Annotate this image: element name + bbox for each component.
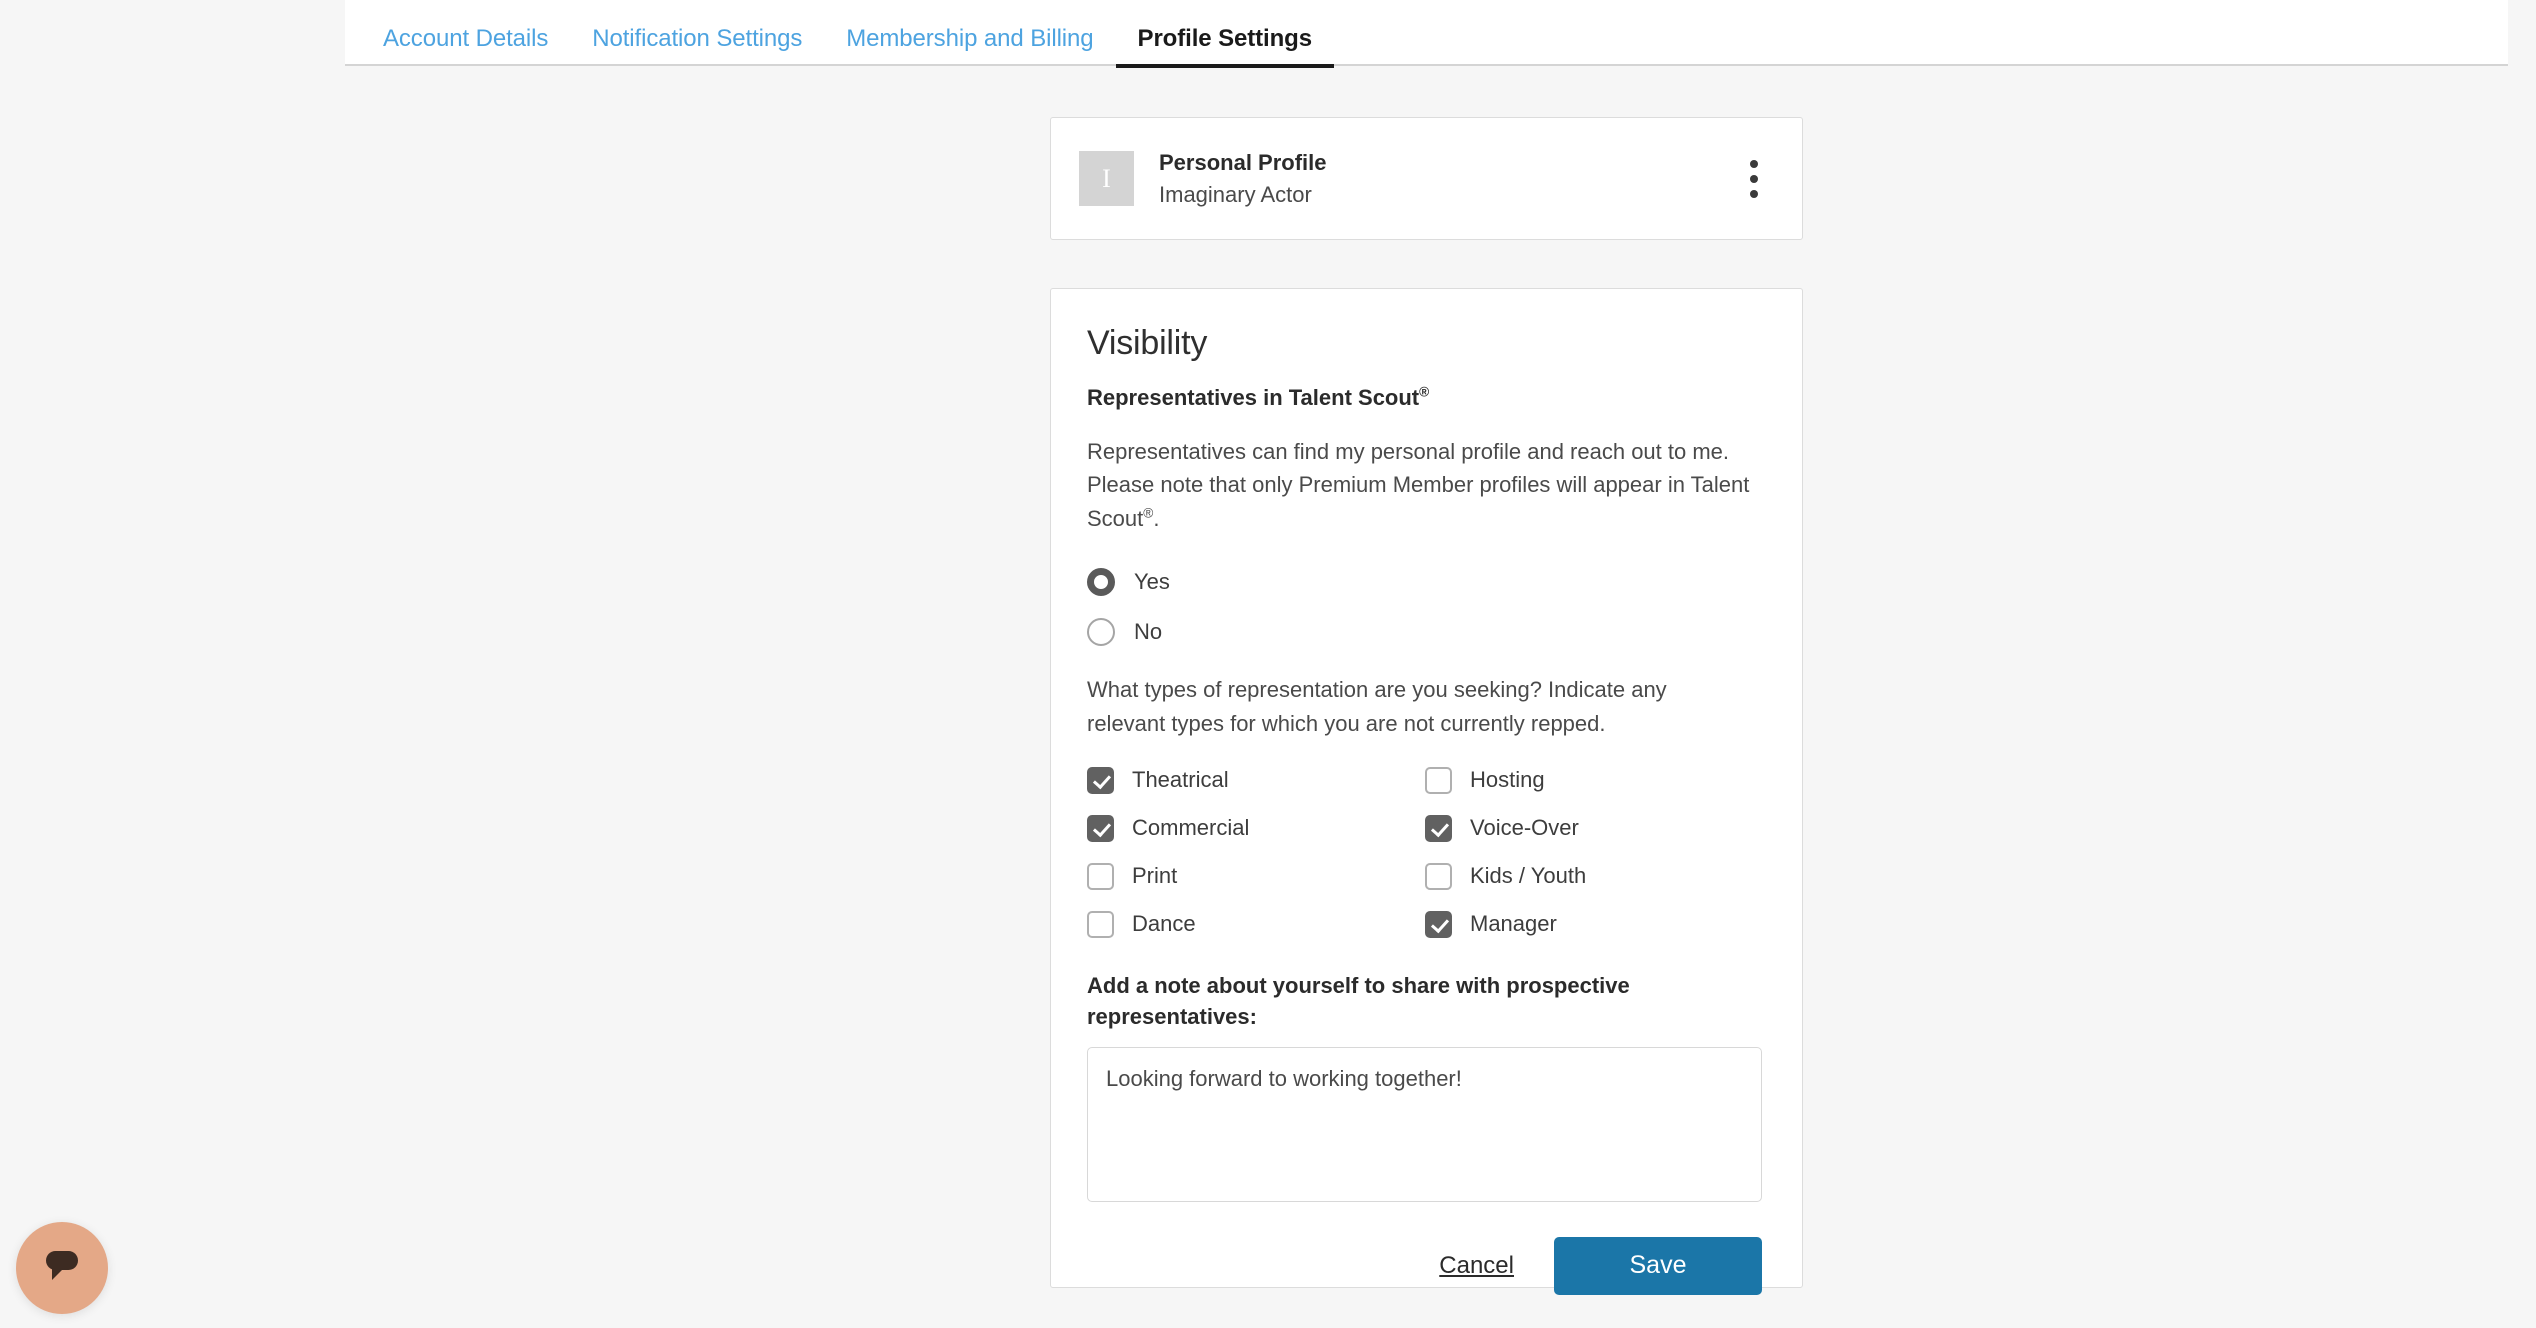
radio-yes-icon[interactable] xyxy=(1087,568,1115,597)
checkbox-voice-over-box[interactable] xyxy=(1425,814,1452,842)
profile-subtitle: Imaginary Actor xyxy=(1159,181,1312,207)
checkbox-print-box[interactable] xyxy=(1087,862,1114,890)
visibility-heading: Visibility xyxy=(1087,324,1208,362)
checkbox-kids-youth-label: Kids / Youth xyxy=(1470,863,1587,889)
checkbox-print-label: Print xyxy=(1132,863,1178,889)
representation-types-question: What types of representation are you see… xyxy=(1087,677,1667,736)
registered-mark: ® xyxy=(1143,505,1154,521)
profile-title: Personal Profile xyxy=(1159,149,1327,175)
form-actions: Cancel Save xyxy=(1087,1236,1762,1295)
checkbox-kids-youth[interactable]: Kids / Youth xyxy=(1425,862,1766,890)
representatives-subheading-text: Representatives in Talent Scout xyxy=(1087,385,1420,411)
checkbox-print[interactable]: Print xyxy=(1087,862,1425,890)
tab-bar: Account Details Notification Settings Me… xyxy=(345,0,2508,68)
kebab-dot xyxy=(1750,159,1758,168)
checkbox-manager-label: Manager xyxy=(1470,911,1557,937)
visibility-description: Representatives can find my personal pro… xyxy=(1087,435,1759,535)
visibility-card: Visibility Representatives in Talent Sco… xyxy=(1050,288,1803,1295)
checkbox-hosting-box[interactable] xyxy=(1425,766,1452,794)
checkbox-theatrical-label: Theatrical xyxy=(1132,767,1229,793)
representatives-subheading: Representatives in Talent Scout® xyxy=(1087,384,1766,413)
radio-option-no[interactable]: No xyxy=(1087,607,1766,657)
note-field-label: Add a note about yourself to share with … xyxy=(1087,973,1630,1030)
checkbox-dance[interactable]: Dance xyxy=(1087,910,1425,938)
chat-launcher-button[interactable] xyxy=(16,1222,108,1314)
checkbox-kids-youth-box[interactable] xyxy=(1425,862,1452,890)
checkbox-theatrical[interactable]: Theatrical xyxy=(1087,766,1425,794)
checkbox-dance-box[interactable] xyxy=(1087,910,1114,938)
visibility-description-period: . xyxy=(1153,505,1160,531)
radio-yes-label: Yes xyxy=(1134,569,1170,595)
radio-no-label: No xyxy=(1134,619,1163,645)
radio-no-icon[interactable] xyxy=(1087,618,1115,647)
chat-bubble-icon xyxy=(46,1251,78,1280)
avatar: I xyxy=(1079,151,1134,206)
visibility-description-text: Representatives can find my personal pro… xyxy=(1087,438,1750,531)
checkbox-voice-over[interactable]: Voice-Over xyxy=(1425,814,1766,842)
kebab-dot xyxy=(1750,174,1758,183)
tab-list: Account Details Notification Settings Me… xyxy=(345,0,2508,68)
profile-text: Personal Profile Imaginary Actor xyxy=(1159,148,1734,209)
tab-membership-and-billing[interactable]: Membership and Billing xyxy=(824,0,1115,66)
checkbox-dance-label: Dance xyxy=(1132,911,1196,937)
tab-notification-settings[interactable]: Notification Settings xyxy=(570,0,824,66)
checkbox-commercial-box[interactable] xyxy=(1087,814,1114,842)
cancel-button[interactable]: Cancel xyxy=(1439,1252,1514,1280)
registered-mark: ® xyxy=(1419,385,1430,401)
representation-types-grid: Theatrical Hosting Commercial Voice-Over… xyxy=(1087,756,1766,948)
checkbox-hosting-label: Hosting xyxy=(1470,767,1545,793)
checkbox-manager-box[interactable] xyxy=(1425,910,1452,938)
personal-profile-card[interactable]: I Personal Profile Imaginary Actor xyxy=(1050,117,1803,240)
checkbox-commercial[interactable]: Commercial xyxy=(1087,814,1425,842)
tab-profile-settings[interactable]: Profile Settings xyxy=(1115,0,1335,68)
kebab-dot xyxy=(1750,189,1758,198)
checkbox-manager[interactable]: Manager xyxy=(1425,910,1766,938)
note-textarea[interactable] xyxy=(1087,1046,1762,1202)
checkbox-commercial-label: Commercial xyxy=(1132,815,1250,841)
kebab-menu-icon[interactable] xyxy=(1734,153,1774,205)
radio-option-yes[interactable]: Yes xyxy=(1087,557,1766,607)
tab-account-details[interactable]: Account Details xyxy=(361,0,570,66)
checkbox-hosting[interactable]: Hosting xyxy=(1425,766,1766,794)
checkbox-voice-over-label: Voice-Over xyxy=(1470,815,1579,841)
save-button[interactable]: Save xyxy=(1554,1236,1762,1295)
checkbox-theatrical-box[interactable] xyxy=(1087,766,1114,794)
